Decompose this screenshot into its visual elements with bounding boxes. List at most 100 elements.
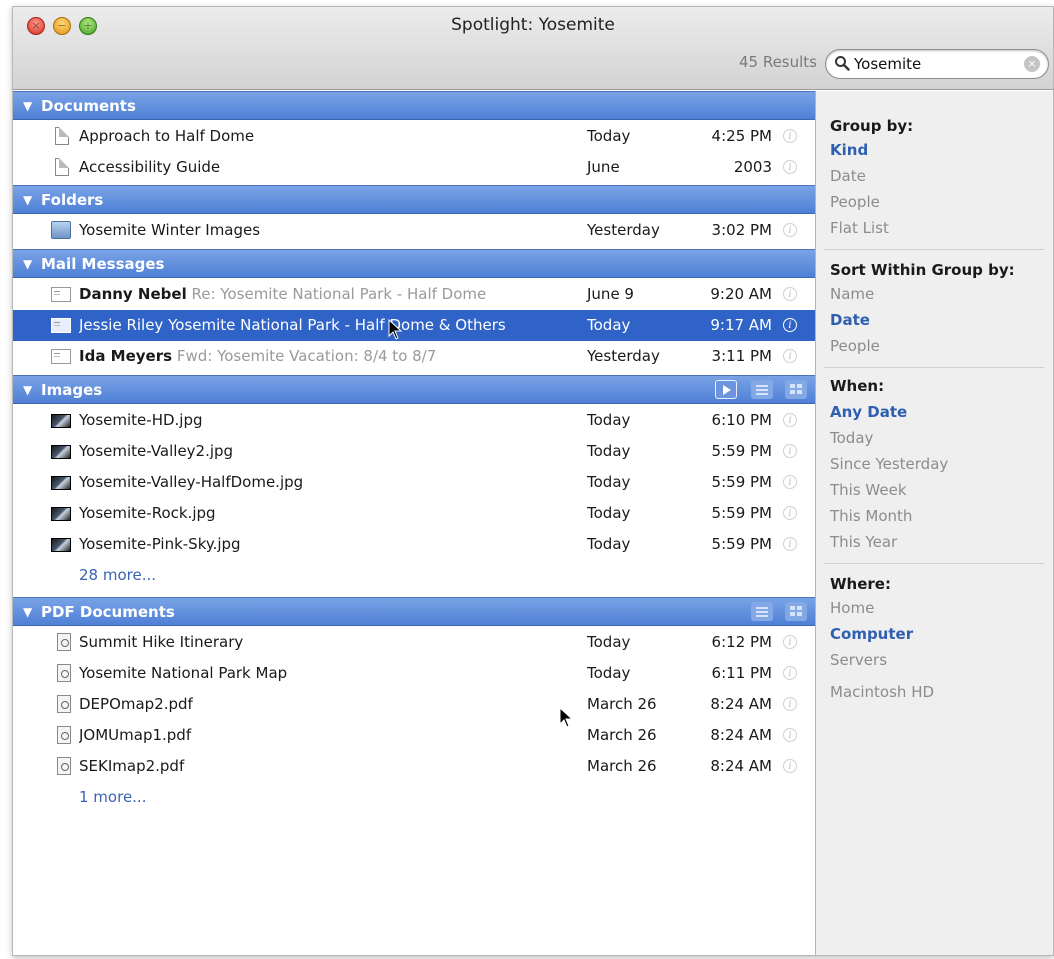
disclosure-triangle-icon[interactable]: ▼ <box>23 99 32 113</box>
info-icon[interactable]: i <box>783 506 797 520</box>
result-row[interactable]: Yosemite Winter Images Yesterday 3:02 PM… <box>13 215 815 246</box>
title-bar: × − + Spotlight: Yosemite 45 Results × <box>13 7 1053 90</box>
group-by-kind[interactable]: Kind <box>830 141 868 159</box>
disclosure-triangle-icon[interactable]: ▼ <box>23 383 32 397</box>
info-icon[interactable]: i <box>783 413 797 427</box>
group-by-people[interactable]: People <box>830 193 880 211</box>
folder-icon <box>51 221 71 239</box>
result-name: Yosemite-Valley-HalfDome.jpg <box>79 473 304 491</box>
result-row[interactable]: Yosemite-Valley2.jpg Today 5:59 PM i <box>13 436 815 467</box>
group-header-images[interactable]: ▼ Images <box>13 375 815 404</box>
pdf-more-link[interactable]: 1 more... <box>79 788 146 806</box>
info-icon[interactable]: i <box>783 349 797 363</box>
results-count: 45 Results <box>738 53 817 71</box>
info-icon[interactable]: i <box>783 666 797 680</box>
sort-by-name[interactable]: Name <box>830 285 874 303</box>
window-title: Spotlight: Yosemite <box>451 15 615 35</box>
info-icon[interactable]: i <box>783 129 797 143</box>
info-icon[interactable]: i <box>783 318 797 332</box>
result-row[interactable]: Yosemite-Pink-Sky.jpg Today 5:59 PM i <box>13 529 815 560</box>
pdf-icon <box>57 664 71 682</box>
result-row[interactable]: Yosemite-Rock.jpg Today 5:59 PM i <box>13 498 815 529</box>
info-icon[interactable]: i <box>783 223 797 237</box>
pdf-icon <box>57 726 71 744</box>
info-icon[interactable]: i <box>783 697 797 711</box>
slideshow-button[interactable] <box>715 380 737 399</box>
group-title: Documents <box>41 97 136 115</box>
mail-icon <box>51 318 71 333</box>
result-row[interactable]: Accessibility Guide June 2003 i <box>13 152 815 183</box>
group-title: PDF Documents <box>41 603 175 621</box>
document-icon <box>55 127 69 145</box>
where-computer[interactable]: Computer <box>830 625 913 643</box>
result-row[interactable]: Yosemite-Valley-HalfDome.jpg Today 5:59 … <box>13 467 815 498</box>
where-macintosh-hd[interactable]: Macintosh HD <box>830 683 934 701</box>
group-header-documents[interactable]: ▼ Documents <box>13 91 815 120</box>
info-icon[interactable]: i <box>783 728 797 742</box>
spotlight-window: × − + Spotlight: Yosemite 45 Results × ▼… <box>12 6 1054 956</box>
sidebar: Group by: Kind Date People Flat List Sor… <box>815 91 1053 955</box>
info-icon[interactable]: i <box>783 537 797 551</box>
sort-by-date[interactable]: Date <box>830 311 870 329</box>
group-by-flat-list[interactable]: Flat List <box>830 219 889 237</box>
when-this-month[interactable]: This Month <box>830 507 912 525</box>
disclosure-triangle-icon[interactable]: ▼ <box>23 257 32 271</box>
result-time: 9:17 AM <box>710 316 772 334</box>
when-any-date[interactable]: Any Date <box>830 403 907 421</box>
group-header-mail-messages[interactable]: ▼ Mail Messages <box>13 249 815 278</box>
list-view-button[interactable] <box>751 602 773 621</box>
where-home[interactable]: Home <box>830 599 874 617</box>
result-row[interactable]: Ida Meyers Fwd: Yosemite Vacation: 8/4 t… <box>13 341 815 372</box>
group-header-folders[interactable]: ▼ Folders <box>13 185 815 214</box>
disclosure-triangle-icon[interactable]: ▼ <box>23 193 32 207</box>
divider <box>824 367 1044 368</box>
result-name: Yosemite-Valley2.jpg <box>79 442 234 460</box>
result-row[interactable]: Approach to Half Dome Today 4:25 PM i <box>13 121 815 152</box>
result-name: DEPOmap2.pdf <box>79 695 193 713</box>
disclosure-triangle-icon[interactable]: ▼ <box>23 605 32 619</box>
search-field[interactable]: × <box>825 49 1049 79</box>
search-input[interactable] <box>854 53 1014 75</box>
group-by-date[interactable]: Date <box>830 167 866 185</box>
when-this-year[interactable]: This Year <box>830 533 897 551</box>
info-icon[interactable]: i <box>783 287 797 301</box>
result-row[interactable]: Summit Hike Itinerary Today 6:12 PM i <box>13 627 815 658</box>
icon-view-button[interactable] <box>785 602 807 621</box>
result-name: SEKImap2.pdf <box>79 757 185 775</box>
result-row[interactable]: Yosemite-HD.jpg Today 6:10 PM i <box>13 405 815 436</box>
info-icon[interactable]: i <box>783 475 797 489</box>
result-row[interactable]: JOMUmap1.pdf March 26 8:24 AM i <box>13 720 815 751</box>
result-row[interactable]: Danny Nebel Re: Yosemite National Park -… <box>13 279 815 310</box>
icon-view-button[interactable] <box>785 380 807 399</box>
pdf-icon <box>57 633 71 651</box>
result-name: Yosemite-Pink-Sky.jpg <box>79 535 241 553</box>
sort-by-people[interactable]: People <box>830 337 880 355</box>
mail-sender: Ida Meyers <box>79 347 173 365</box>
when-since-yesterday[interactable]: Since Yesterday <box>830 455 948 473</box>
list-view-button[interactable] <box>751 380 773 399</box>
mouse-cursor-icon <box>388 319 403 340</box>
result-row[interactable]: Yosemite National Park Map Today 6:11 PM… <box>13 658 815 689</box>
result-time: 3:11 PM <box>711 347 772 365</box>
sort-within-heading: Sort Within Group by: <box>830 261 1015 279</box>
info-icon[interactable]: i <box>783 635 797 649</box>
result-row-selected[interactable]: Jessie Riley Yosemite National Park - Ha… <box>13 310 815 341</box>
clear-search-icon[interactable]: × <box>1024 56 1040 72</box>
results-list: ▼ Documents Approach to Half Dome Today … <box>13 91 815 955</box>
when-today[interactable]: Today <box>830 429 873 447</box>
where-servers[interactable]: Servers <box>830 651 887 669</box>
divider <box>824 249 1044 250</box>
info-icon[interactable]: i <box>783 444 797 458</box>
when-this-week[interactable]: This Week <box>830 481 907 499</box>
result-name: Yosemite Winter Images <box>79 221 261 239</box>
info-icon[interactable]: i <box>783 759 797 773</box>
result-row[interactable]: DEPOmap2.pdf March 26 8:24 AM i <box>13 689 815 720</box>
info-icon[interactable]: i <box>783 160 797 174</box>
result-row[interactable]: SEKImap2.pdf March 26 8:24 AM i <box>13 751 815 782</box>
group-header-pdf-documents[interactable]: ▼ PDF Documents <box>13 597 815 626</box>
image-thumbnail-icon <box>51 476 71 490</box>
images-more-link[interactable]: 28 more... <box>79 566 156 584</box>
divider <box>824 563 1044 564</box>
mail-subject: Re: Yosemite National Park - Half Dome <box>191 285 487 303</box>
result-name: Jessie Riley Yosemite National Park - Ha… <box>79 316 599 334</box>
